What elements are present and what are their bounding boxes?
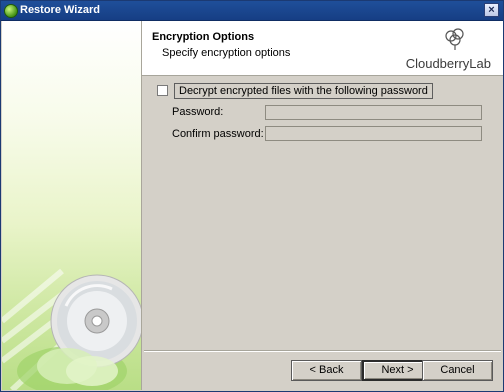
back-button[interactable]: < Back [291, 360, 362, 381]
side-banner [2, 21, 142, 390]
decrypt-checkbox[interactable] [157, 85, 168, 96]
decrypt-checkbox-label[interactable]: Decrypt encrypted files with the followi… [174, 83, 433, 99]
footer-separator [144, 350, 501, 352]
page-subtitle: Specify encryption options [162, 47, 291, 59]
wizard-header: Encryption Options Specify encryption op… [142, 21, 503, 76]
cd-disc-illustration [2, 268, 141, 390]
wizard-content: Decrypt encrypted files with the followi… [142, 76, 503, 356]
cancel-button[interactable]: Cancel [422, 360, 493, 381]
cloudberry-logo-icon [445, 28, 464, 50]
window-title: Restore Wizard [20, 4, 100, 16]
app-icon [4, 4, 18, 18]
brand-name: CloudberryLab [405, 56, 491, 71]
page-title: Encryption Options [152, 31, 255, 43]
restore-wizard-window: Restore Wizard × Encryption Options Spec… [0, 0, 504, 392]
password-label: Password: [172, 106, 224, 118]
confirm-password-label: Confirm password: [172, 128, 264, 140]
password-input[interactable] [265, 105, 482, 120]
close-button[interactable]: × [484, 3, 499, 17]
title-bar[interactable]: Restore Wizard × [1, 1, 503, 21]
confirm-password-input[interactable] [265, 126, 482, 141]
